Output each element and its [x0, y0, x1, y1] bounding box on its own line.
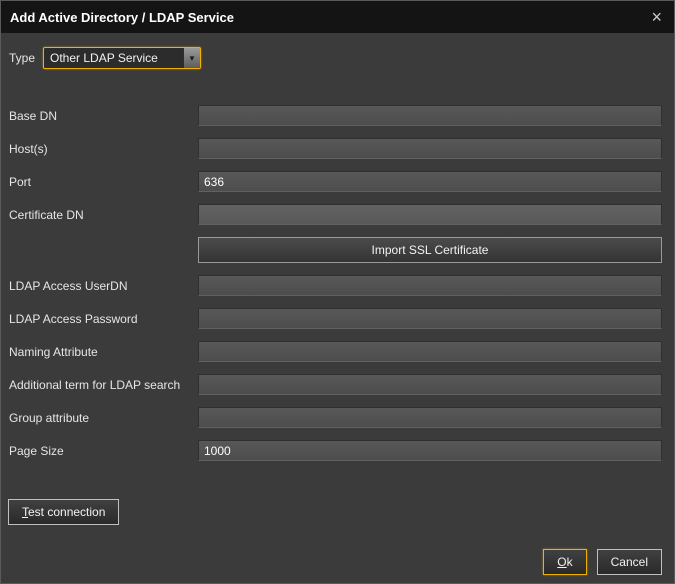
field-row-base-dn: Base DN — [9, 105, 662, 126]
type-select-value: Other LDAP Service — [44, 48, 183, 68]
port-label: Port — [9, 175, 198, 189]
base-dn-label: Base DN — [9, 109, 198, 123]
import-ssl-row: Import SSL Certificate — [9, 237, 662, 263]
test-connection-label: est connection — [28, 505, 105, 519]
field-row-naming-attribute: Naming Attribute — [9, 341, 662, 362]
page-size-input[interactable] — [198, 440, 662, 461]
field-row-ldap-access-userdn: LDAP Access UserDN — [9, 275, 662, 296]
hosts-label: Host(s) — [9, 142, 198, 156]
add-ldap-service-dialog: Add Active Directory / LDAP Service × Ty… — [0, 0, 675, 584]
additional-term-label: Additional term for LDAP search — [9, 378, 198, 392]
naming-attribute-label: Naming Attribute — [9, 345, 198, 359]
ldap-access-userdn-input[interactable] — [198, 275, 662, 296]
field-row-ldap-access-password: LDAP Access Password — [9, 308, 662, 329]
ok-button[interactable]: Ok — [543, 549, 586, 575]
cancel-button[interactable]: Cancel — [597, 549, 662, 575]
field-row-group-attribute: Group attribute — [9, 407, 662, 428]
dialog-content: Type Other LDAP Service ▼ Base DN Host(s… — [1, 33, 674, 525]
chevron-down-icon[interactable]: ▼ — [183, 48, 200, 68]
field-row-page-size: Page Size — [9, 440, 662, 461]
group-attribute-label: Group attribute — [9, 411, 198, 425]
field-row-certificate-dn: Certificate DN — [9, 204, 662, 225]
dialog-title: Add Active Directory / LDAP Service — [10, 10, 234, 25]
group-attribute-input[interactable] — [198, 407, 662, 428]
type-row: Type Other LDAP Service ▼ — [9, 47, 662, 69]
type-select[interactable]: Other LDAP Service ▼ — [43, 47, 201, 69]
ok-mnemonic: O — [557, 555, 566, 569]
field-row-hosts: Host(s) — [9, 138, 662, 159]
additional-term-input[interactable] — [198, 374, 662, 395]
certificate-dn-label: Certificate DN — [9, 208, 198, 222]
import-ssl-certificate-button[interactable]: Import SSL Certificate — [198, 237, 662, 263]
certificate-dn-input[interactable] — [198, 204, 662, 225]
field-row-port: Port — [9, 171, 662, 192]
ok-label: k — [567, 555, 573, 569]
base-dn-input[interactable] — [198, 105, 662, 126]
port-input[interactable] — [198, 171, 662, 192]
ldap-access-password-label: LDAP Access Password — [9, 312, 198, 326]
test-connection-button[interactable]: Test connection — [8, 499, 119, 525]
ldap-access-userdn-label: LDAP Access UserDN — [9, 279, 198, 293]
ldap-access-password-input[interactable] — [198, 308, 662, 329]
type-label: Type — [9, 51, 35, 65]
field-row-additional-term: Additional term for LDAP search — [9, 374, 662, 395]
hosts-input[interactable] — [198, 138, 662, 159]
page-size-label: Page Size — [9, 444, 198, 458]
dialog-titlebar: Add Active Directory / LDAP Service × — [1, 1, 674, 33]
close-icon[interactable]: × — [649, 8, 664, 26]
dialog-footer: Ok Cancel — [543, 549, 662, 575]
naming-attribute-input[interactable] — [198, 341, 662, 362]
